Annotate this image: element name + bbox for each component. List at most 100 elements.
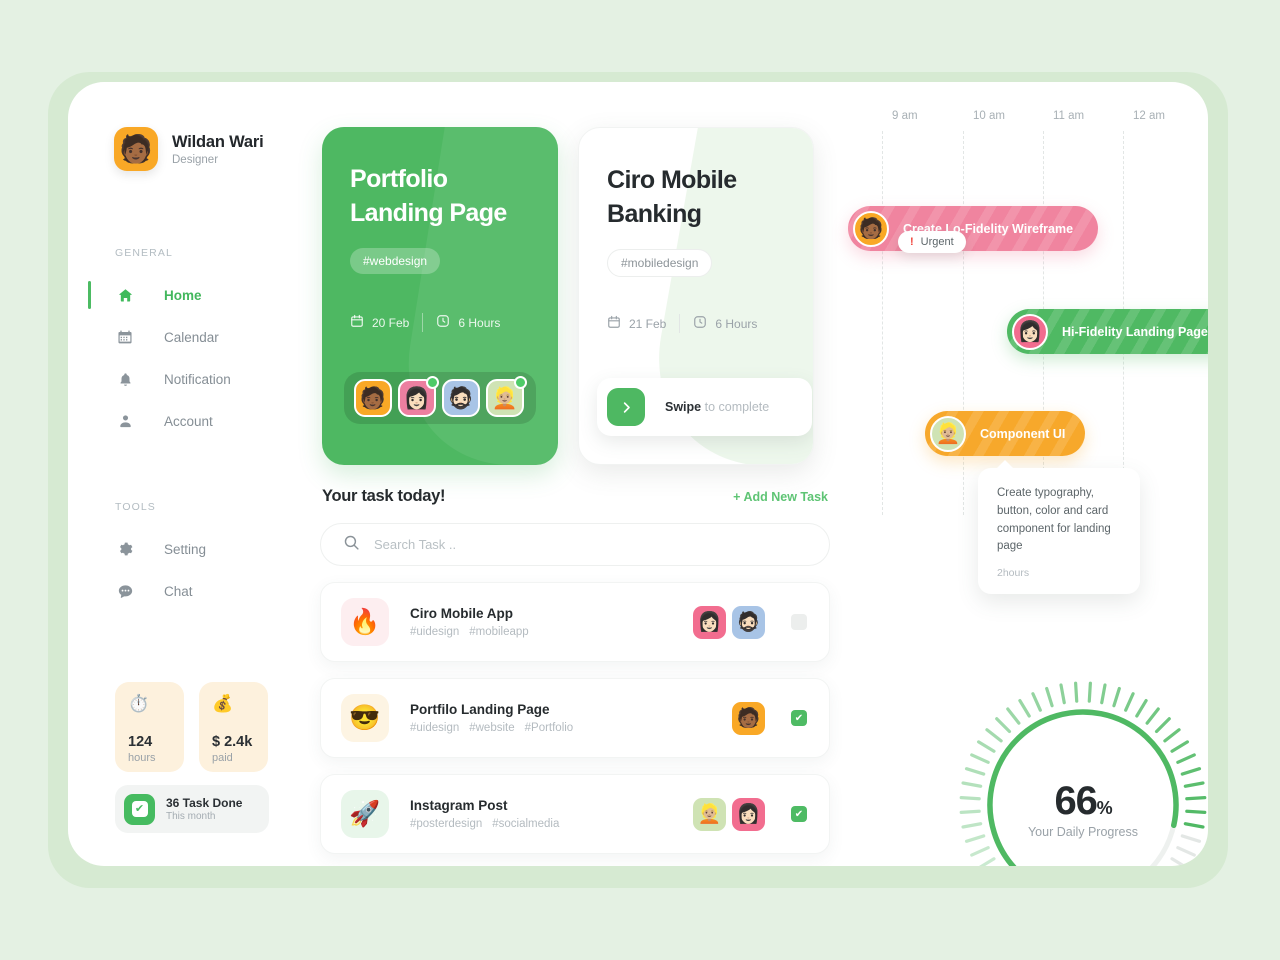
- task-avatar[interactable]: 👩🏻: [693, 605, 726, 639]
- task-tags: #uidesign #mobileapp: [410, 626, 693, 638]
- task-avatar[interactable]: 👩🏻: [732, 797, 765, 831]
- tooltip-text: Create typography, button, color and car…: [997, 487, 1111, 553]
- member-avatar[interactable]: 🧔🏻: [442, 379, 480, 417]
- timeline-bar-component[interactable]: 👱🏼 Component UI: [925, 411, 1085, 456]
- profile-role: Designer: [172, 153, 219, 166]
- task-avatar[interactable]: 🧔🏻: [732, 605, 765, 639]
- sidebar-item-label: Notification: [164, 371, 231, 387]
- exclamation-icon: !: [910, 236, 914, 248]
- task-checkbox[interactable]: [791, 614, 807, 630]
- task-tag: #mobileapp: [469, 626, 529, 638]
- task-checkbox[interactable]: ✔: [791, 710, 807, 726]
- meta-divider: [679, 314, 681, 333]
- meta-divider: [422, 313, 424, 332]
- stat-label: paid: [212, 752, 233, 764]
- search-bar[interactable]: [320, 523, 830, 566]
- section-title: Your task today!: [322, 487, 446, 505]
- timeline-tooltip: Create typography, button, color and car…: [978, 459, 1140, 595]
- online-dot: [514, 376, 527, 389]
- sidebar-item-setting[interactable]: Setting: [68, 528, 320, 570]
- stat-paid: 💰 $ 2.4k paid: [199, 682, 268, 772]
- card-meta: 21 Feb 6 Hours: [607, 314, 757, 333]
- sidebar-item-calendar[interactable]: Calendar: [68, 316, 320, 358]
- task-name: Instagram Post: [410, 798, 508, 813]
- card-duration-text: 6 Hours: [458, 315, 501, 330]
- card-date: 20 Feb: [350, 314, 409, 331]
- avatar-emoji: 🧔🏻: [447, 386, 475, 410]
- gear-icon: [115, 541, 135, 557]
- avatar: 🧑🏾: [114, 127, 158, 171]
- assignee-avatar: 🧑🏾: [853, 210, 889, 247]
- search-icon: [343, 534, 360, 556]
- task-avatar[interactable]: 🧑🏾: [732, 701, 765, 735]
- table-row[interactable]: 🚀 Instagram Post #posterdesign #socialme…: [320, 774, 830, 854]
- sidebar-item-account[interactable]: Account: [68, 400, 320, 442]
- table-row[interactable]: 😎 Portfilo Landing Page #uidesign #websi…: [320, 678, 830, 758]
- member-avatar[interactable]: 🧑🏾: [354, 379, 392, 417]
- progress-label: Your Daily Progress: [1027, 825, 1138, 839]
- search-input[interactable]: [374, 537, 807, 552]
- table-row[interactable]: 🔥 Ciro Mobile App #uidesign #mobileapp 👩…: [320, 582, 830, 662]
- card-date: 21 Feb: [607, 315, 666, 332]
- member-avatar[interactable]: 👩🏻: [398, 376, 439, 417]
- stat-label: hours: [128, 752, 156, 764]
- online-dot: [426, 376, 439, 389]
- task-tags: #posterdesign #socialmedia: [410, 818, 693, 830]
- avatar-emoji: 🧑🏾: [119, 133, 153, 164]
- task-done-card[interactable]: ✔ 36 Task Done This month: [115, 785, 269, 833]
- sidebar-item-label: Home: [164, 287, 202, 303]
- timeline-bar-hifidelity[interactable]: 👩🏻 Hi-Fidelity Landing Page UI: [1007, 309, 1208, 354]
- chevron-right-icon[interactable]: [607, 388, 645, 426]
- card-duration: 6 Hours: [693, 315, 757, 332]
- calendar-icon: [115, 329, 135, 345]
- profile-block[interactable]: 🧑🏾 Wildan Wari Designer: [114, 127, 264, 171]
- person-icon: [115, 413, 135, 429]
- avatar-emoji: 🧑🏾: [359, 386, 387, 410]
- card-title: Portfolio Landing Page: [350, 165, 507, 227]
- stat-hours: ⏱️ 124 hours: [115, 682, 184, 772]
- sidebar-item-home[interactable]: Home: [68, 274, 320, 316]
- tooltip-time: 2hours: [997, 567, 1030, 580]
- card-date-text: 20 Feb: [372, 315, 410, 330]
- add-new-task-button[interactable]: + Add New Task: [733, 490, 828, 504]
- task-name: Portfilo Landing Page: [410, 702, 550, 717]
- swipe-to-complete[interactable]: Swipe to complete: [597, 378, 812, 436]
- project-card-ciro[interactable]: Ciro Mobile Banking #mobiledesign 21 Feb…: [578, 127, 814, 465]
- profile-name: Wildan Wari: [172, 132, 264, 151]
- check-badge: ✔: [124, 793, 155, 825]
- task-list-header: Your task today! + Add New Task: [320, 487, 830, 506]
- member-avatar[interactable]: 👱🏼: [486, 376, 527, 417]
- app-root: 🧑🏾 Wildan Wari Designer GENERAL Home Cal…: [0, 0, 1280, 960]
- sidebar-item-label: Calendar: [164, 329, 219, 345]
- check-icon: ✔: [131, 801, 148, 817]
- sidebar-item-notification[interactable]: Notification: [68, 358, 320, 400]
- assignee-avatar: 👩🏻: [1012, 313, 1048, 350]
- bell-icon: [115, 371, 135, 388]
- card-title: Ciro Mobile Banking: [607, 166, 737, 228]
- status-badge-label: Urgent: [920, 236, 954, 248]
- stat-value: $ 2.4k: [212, 734, 253, 750]
- timeline-hour-label: 10 am: [973, 110, 1005, 122]
- sidebar-item-label: Chat: [164, 583, 193, 599]
- card-meta: 20 Feb 6 Hours: [350, 313, 500, 332]
- swipe-label-bold: Swipe: [665, 400, 702, 414]
- task-avatars: 🧑🏾: [732, 701, 765, 735]
- home-icon: [115, 287, 135, 304]
- stopwatch-icon: ⏱️: [128, 694, 150, 713]
- card-duration: 6 Hours: [436, 314, 500, 331]
- task-tag: #socialmedia: [492, 818, 560, 830]
- sidebar-item-chat[interactable]: Chat: [68, 570, 320, 612]
- task-tag: #posterdesign: [410, 818, 483, 830]
- calendar-icon: [607, 315, 621, 332]
- fire-icon: 🔥: [341, 598, 389, 646]
- timeline-bar-label: Component UI: [980, 426, 1066, 441]
- timeline-hour-label: 12 am: [1133, 110, 1165, 122]
- task-avatars: 👩🏻 🧔🏻: [693, 605, 765, 639]
- avatar-emoji: 👱🏼: [491, 386, 519, 410]
- task-avatar[interactable]: 👱🏼: [693, 797, 726, 831]
- assignee-avatar: 👱🏼: [930, 415, 966, 452]
- timeline-bar-wireframe[interactable]: 🧑🏾 Create Lo-Fidelity Wireframe: [848, 206, 1098, 251]
- task-checkbox[interactable]: ✔: [791, 806, 807, 822]
- project-card-portfolio[interactable]: Portfolio Landing Page #webdesign 20 Feb…: [322, 127, 558, 465]
- moneybag-icon: 💰: [212, 694, 234, 713]
